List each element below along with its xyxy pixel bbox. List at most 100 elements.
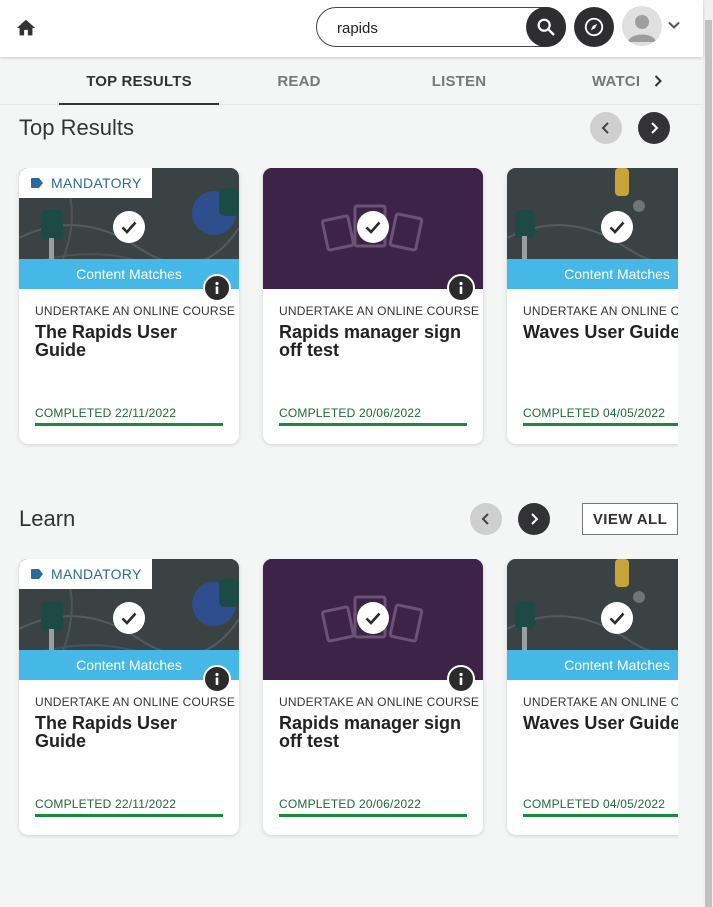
learn-card[interactable]: MANDATORY Content Matches UNDERTAKE AN O… xyxy=(19,559,239,835)
user-icon xyxy=(628,15,656,42)
search-box xyxy=(316,7,566,47)
check-icon xyxy=(609,221,625,234)
progress-bar xyxy=(35,814,223,817)
card-title: Waves User Guide xyxy=(523,322,678,342)
progress-bar xyxy=(523,814,678,817)
card-thumbnail xyxy=(263,559,483,680)
learn-next-button[interactable] xyxy=(518,503,550,535)
page-scrollbar[interactable] xyxy=(703,0,713,907)
card-status: COMPLETED 20/06/2022 xyxy=(279,797,422,811)
card-title: Waves User Guide xyxy=(523,713,678,733)
completed-check xyxy=(113,211,145,243)
card-thumbnail: Content Matches xyxy=(507,559,678,680)
scrollbar-thumb[interactable] xyxy=(705,20,712,907)
tab-watch[interactable]: WATCH xyxy=(539,57,639,105)
progress-fill xyxy=(523,814,678,817)
explore-button[interactable] xyxy=(574,7,614,47)
mandatory-badge: MANDATORY xyxy=(19,559,152,589)
home-icon xyxy=(16,19,36,36)
card-title: The Rapids User Guide xyxy=(35,322,178,360)
view-all-button[interactable]: VIEW ALL xyxy=(582,503,678,535)
tag-icon xyxy=(31,569,43,579)
section-title-learn: Learn xyxy=(19,506,76,531)
completed-check xyxy=(601,211,633,243)
section-title-top-results: Top Results xyxy=(19,115,134,140)
result-card[interactable]: MANDATORY Content Matches UNDERTAKE AN O… xyxy=(19,168,239,444)
info-icon xyxy=(215,672,219,685)
result-card[interactable]: Content Matches UNDERTAKE AN ONLINE COUR… xyxy=(507,168,678,444)
info-icon xyxy=(215,281,219,294)
avatar[interactable] xyxy=(622,6,662,46)
compass-icon xyxy=(584,17,604,37)
card-thumbnail: Content Matches xyxy=(507,168,678,289)
content-matches-band: Content Matches xyxy=(507,259,678,289)
card-type: UNDERTAKE AN ONLINE COURSE xyxy=(279,695,479,709)
card-type: UNDERTAKE AN ONLINE COURSE xyxy=(523,695,678,709)
card-status: COMPLETED 20/06/2022 xyxy=(279,406,422,420)
card-status: COMPLETED 04/05/2022 xyxy=(523,406,666,420)
progress-bar xyxy=(523,423,678,426)
chevron-right-icon xyxy=(651,122,659,134)
info-icon xyxy=(459,281,463,294)
completed-check xyxy=(357,211,389,243)
top-results-next-button[interactable] xyxy=(638,112,670,144)
learn-card[interactable]: UNDERTAKE AN ONLINE COURSE Rapids manage… xyxy=(263,559,483,835)
progress-fill xyxy=(35,814,223,817)
tab-read[interactable]: READ xyxy=(219,57,379,105)
info-button[interactable] xyxy=(203,665,231,693)
card-status: COMPLETED 22/11/2022 xyxy=(35,797,177,811)
card-type: UNDERTAKE AN ONLINE COURSE xyxy=(35,304,235,318)
completed-check xyxy=(357,602,389,634)
result-card[interactable]: UNDERTAKE AN ONLINE COURSE Rapids manage… xyxy=(263,168,483,444)
learn-carousel: MANDATORY Content Matches UNDERTAKE AN O… xyxy=(0,559,678,849)
info-icon xyxy=(459,672,463,685)
card-status: COMPLETED 04/05/2022 xyxy=(523,797,666,811)
top-results-carousel: MANDATORY Content Matches UNDERTAKE AN O… xyxy=(0,168,678,458)
content-tabs: TOP RESULTS READ LISTEN WATCH xyxy=(0,57,703,105)
mandatory-badge: MANDATORY xyxy=(19,168,152,198)
search-input[interactable] xyxy=(337,17,517,39)
search-button[interactable] xyxy=(526,7,566,47)
tag-icon xyxy=(31,178,43,188)
card-status: COMPLETED 22/11/2022 xyxy=(35,406,177,420)
check-icon xyxy=(609,612,625,625)
progress-bar xyxy=(279,423,467,426)
content-matches-band: Content Matches xyxy=(507,650,678,680)
learn-card[interactable]: Content Matches UNDERTAKE AN ONLINE COUR… xyxy=(507,559,678,835)
card-type: UNDERTAKE AN ONLINE COURSE xyxy=(35,695,235,709)
mandatory-label: MANDATORY xyxy=(51,566,142,582)
chevron-down-icon xyxy=(668,21,680,29)
chevron-right-icon xyxy=(654,75,662,87)
tab-top-results[interactable]: TOP RESULTS xyxy=(59,57,219,105)
mandatory-label: MANDATORY xyxy=(51,175,142,191)
tabs-scroll-right-button[interactable] xyxy=(646,69,670,93)
card-thumbnail: MANDATORY Content Matches xyxy=(19,559,239,680)
completed-check xyxy=(113,602,145,634)
tab-listen[interactable]: LISTEN xyxy=(379,57,539,105)
home-button[interactable] xyxy=(12,14,40,42)
chevron-left-icon xyxy=(481,513,489,525)
card-type: UNDERTAKE AN ONLINE COURSE xyxy=(523,304,678,318)
info-button[interactable] xyxy=(447,274,475,302)
progress-fill xyxy=(279,814,467,817)
card-title: Rapids manager sign off test xyxy=(279,322,462,360)
progress-fill xyxy=(279,423,467,426)
account-menu-toggle[interactable] xyxy=(666,17,682,33)
check-icon xyxy=(121,612,137,625)
card-type: UNDERTAKE AN ONLINE COURSE xyxy=(279,304,479,318)
chevron-right-icon xyxy=(531,513,539,525)
progress-bar xyxy=(35,423,223,426)
progress-fill xyxy=(523,423,678,426)
top-header xyxy=(0,0,703,57)
chevron-left-icon xyxy=(601,122,609,134)
progress-bar xyxy=(279,814,467,817)
learn-prev-button[interactable] xyxy=(470,503,502,535)
top-results-prev-button[interactable] xyxy=(590,112,622,144)
search-icon xyxy=(537,18,555,36)
check-icon xyxy=(121,221,137,234)
check-icon xyxy=(365,221,381,234)
completed-check xyxy=(601,602,633,634)
progress-fill xyxy=(35,423,223,426)
info-button[interactable] xyxy=(447,665,475,693)
info-button[interactable] xyxy=(203,274,231,302)
